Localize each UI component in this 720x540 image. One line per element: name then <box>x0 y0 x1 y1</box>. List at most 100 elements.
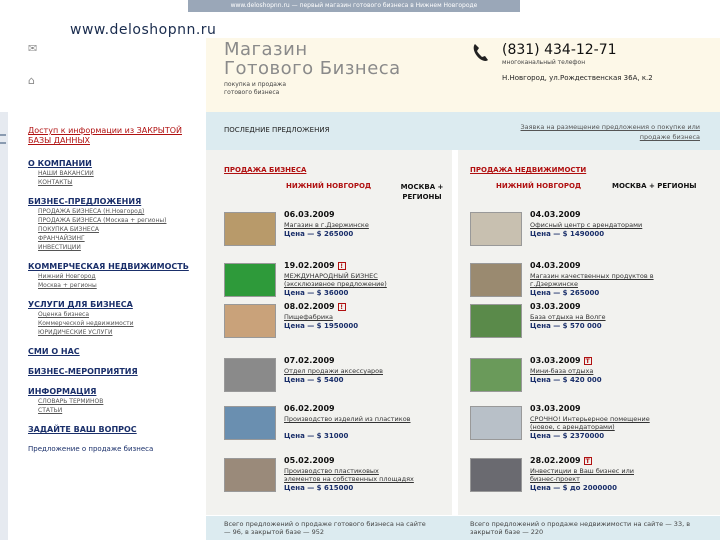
listing-price: Цена — $ 615000 <box>284 484 354 492</box>
listing-date-row: 19.02.2009! <box>284 261 346 270</box>
sidebar-section-title[interactable]: О КОМПАНИИ <box>28 158 203 169</box>
listing-thumbnail[interactable] <box>470 304 522 338</box>
list-item[interactable]: 28.02.2009 T Инвестиции в Ваш бизнес или б… <box>470 456 670 506</box>
phone-number: (831) 434-12-71 <box>502 42 617 58</box>
sidebar-section-title[interactable]: ИНФОРМАЦИЯ <box>28 386 203 397</box>
sidebar-item[interactable]: Москва + регионы <box>28 281 203 290</box>
listing-title[interactable]: Производство изделий из пластиков <box>284 415 414 423</box>
sidebar-sections: О КОМПАНИИ НАШИ ВАКАНСИИ КОНТАКТЫ БИЗНЕС-ПР… <box>28 158 203 435</box>
listing-title[interactable]: МЕЖДУНАРОДНЫЙ БИЗНЕС (эксклюзивное предл… <box>284 272 414 288</box>
envelope-icon[interactable]: ✉ <box>28 42 37 55</box>
listing-thumbnail[interactable] <box>224 406 276 440</box>
list-item[interactable]: 03.03.2009 T Мини-база отдыха Цена — $ 420 … <box>470 356 670 406</box>
listing-date: 03.03.2009 <box>530 356 581 365</box>
listing-title[interactable]: Офисный центр с арендаторами <box>530 221 660 229</box>
listing-price: Цена — $ 2370000 <box>530 432 605 440</box>
sell-business-link[interactable]: Предложение о продаже бизнеса <box>28 444 203 454</box>
listing-price: Цена — $ до 2000000 <box>530 484 617 492</box>
listing-title[interactable]: База отдыха на Волге <box>530 313 660 321</box>
sidebar-item[interactable]: ПОКУПКА БИЗНЕСА <box>28 225 203 234</box>
list-item[interactable]: 06.02.2009 Производство изделий из пласти… <box>224 404 424 454</box>
sidebar-item[interactable]: НАШИ ВАКАНСИИ <box>28 169 203 178</box>
sidebar-section-title[interactable]: СМИ О НАС <box>28 346 203 357</box>
sidebar-item[interactable]: Нижний Новгород <box>28 272 203 281</box>
list-item[interactable]: 05.02.2009 Производство пластиковых элеме… <box>224 456 424 506</box>
list-item[interactable]: 08.02.2009! Пищефабрика Цена — $ 1950000 <box>224 302 424 352</box>
listing-title[interactable]: Магазин качественных продуктов в г.Дзерж… <box>530 272 660 288</box>
listing-thumbnail[interactable] <box>470 458 522 492</box>
sidebar-section-title[interactable]: БИЗНЕС-МЕРОПРИЯТИЯ <box>28 366 203 377</box>
list-item[interactable]: 03.03.2009 База отдыха на Волге Цена — $ 5… <box>470 302 670 352</box>
closed-db-link[interactable]: Доступ к информации из ЗАКРЫТОЙ БАЗЫ ДАН… <box>28 126 203 146</box>
sidebar-item[interactable]: ИНВЕСТИЦИИ <box>28 243 203 252</box>
listing-date: 28.02.2009 <box>530 456 581 465</box>
listing-thumbnail[interactable] <box>224 458 276 492</box>
sidebar-section: СМИ О НАС <box>28 346 203 357</box>
logo-subtitle: покупка и продажа готового бизнеса <box>224 81 287 96</box>
listing-title[interactable]: Отдел продажи аксессуаров <box>284 367 414 375</box>
listing-thumbnail[interactable] <box>224 304 276 338</box>
sidebar-section: УСЛУГИ ДЛЯ БИЗНЕСА Оценка бизнеса Коммерче… <box>28 299 203 337</box>
listing-thumbnail[interactable] <box>470 358 522 392</box>
strip-tick <box>0 142 6 144</box>
list-item[interactable]: 04.03.2009 Офисный центр с арендаторами Це… <box>470 210 670 260</box>
listing-price: Цена — $ 265000 <box>530 289 600 297</box>
listing-price: Цена — $ 420 000 <box>530 376 602 384</box>
logo-line1: Магазин <box>224 39 308 60</box>
listing-title[interactable]: СРОЧНО! Интерьерное помещение (новое, с … <box>530 415 660 431</box>
sidebar-item[interactable]: КОНТАКТЫ <box>28 178 203 187</box>
listing-date-row: 03.03.2009 T <box>530 356 592 365</box>
listing-thumbnail[interactable] <box>224 263 276 297</box>
list-item[interactable]: 06.03.2009 Магазин в г.Дзержинске Цена — $… <box>224 210 424 260</box>
sidebar-item[interactable]: ПРОДАЖА БИЗНЕСА (Н.Новгород) <box>28 207 203 216</box>
listing-title[interactable]: Производство пластиковых элементов на со… <box>284 467 414 483</box>
sidebar-item[interactable]: Оценка бизнеса <box>28 310 203 319</box>
logo-line2: Готового Бизнеса <box>224 58 401 79</box>
tab-moscow-business[interactable]: МОСКВА + РЕГИОНЫ <box>392 182 452 202</box>
strip-tick <box>0 134 6 136</box>
listing-price: Цена — $ 36000 <box>284 289 349 297</box>
sidebar-section-title[interactable]: ЗАДАЙТЕ ВАШ ВОПРОС <box>28 424 203 435</box>
sidebar-item[interactable]: Коммерческой недвижимости <box>28 319 203 328</box>
listing-thumbnail[interactable] <box>224 358 276 392</box>
listing-title[interactable]: Инвестиции в Ваш бизнес или бизнес-проек… <box>530 467 660 483</box>
tab-moscow-realty[interactable]: МОСКВА + РЕГИОНЫ <box>612 182 697 190</box>
listing-price: Цена — $ 570 000 <box>530 322 602 330</box>
sidebar-item[interactable]: СЛОВАРЬ ТЕРМИНОВ <box>28 397 203 406</box>
home-icon[interactable]: ⌂ <box>28 74 35 87</box>
sidebar-item[interactable]: ПРОДАЖА БИЗНЕСА (Москва + регионы) <box>28 216 203 225</box>
listing-title[interactable]: Мини-база отдыха <box>530 367 660 375</box>
request-link[interactable]: Заявка на размещение предложения о покуп… <box>520 122 701 142</box>
phone-icon <box>473 44 488 61</box>
site-url: www.deloshopnn.ru <box>70 22 217 38</box>
listing-thumbnail[interactable] <box>224 212 276 246</box>
listing-date-row: 06.03.2009 <box>284 210 335 219</box>
tab-nizhny-realty[interactable]: НИЖНИЙ НОВГОРОД <box>496 182 581 190</box>
sidebar-section: КОММЕРЧЕСКАЯ НЕДВИЖИМОСТЬ Нижний Новгород… <box>28 261 203 290</box>
realty-sale-title[interactable]: ПРОДАЖА НЕДВИЖИМОСТИ <box>470 166 586 174</box>
sidebar-item[interactable]: ФРАНЧАЙЗИНГ <box>28 234 203 243</box>
latest-offers-header: ПОСЛЕДНИЕ ПРЕДЛОЖЕНИЯ <box>206 112 452 150</box>
listing-date: 19.02.2009 <box>284 261 335 270</box>
list-item[interactable]: 03.03.2009 СРОЧНО! Интерьерное помещение … <box>470 404 670 454</box>
tab-nizhny-business[interactable]: НИЖНИЙ НОВГОРОД <box>286 182 371 190</box>
listing-thumbnail[interactable] <box>470 263 522 297</box>
sidebar-section-title[interactable]: БИЗНЕС-ПРЕДЛОЖЕНИЯ <box>28 196 203 207</box>
listing-badge: ! <box>337 261 346 270</box>
logo[interactable]: Магазин Готового Бизнеса <box>224 40 401 78</box>
sidebar-section-title[interactable]: КОММЕРЧЕСКАЯ НЕДВИЖИМОСТЬ <box>28 261 203 272</box>
listing-badge: ! <box>337 302 346 311</box>
list-item[interactable]: 07.02.2009 Отдел продажи аксессуаров Цена … <box>224 356 424 406</box>
listing-date-row: 04.03.2009 <box>530 261 581 270</box>
latest-offers-title: ПОСЛЕДНИЕ ПРЕДЛОЖЕНИЯ <box>224 126 330 134</box>
sidebar-section: БИЗНЕС-ПРЕДЛОЖЕНИЯ ПРОДАЖА БИЗНЕСА (Н.Нов… <box>28 196 203 252</box>
listing-thumbnail[interactable] <box>470 406 522 440</box>
business-sale-title[interactable]: ПРОДАЖА БИЗНЕСА <box>224 166 306 174</box>
business-footer: Всего предложений о продаже готового биз… <box>206 516 452 540</box>
sidebar-item[interactable]: ЮРИДИЧЕСКИЕ УСЛУГИ <box>28 328 203 337</box>
sidebar-item[interactable]: СТАТЬИ <box>28 406 203 415</box>
listing-thumbnail[interactable] <box>470 212 522 246</box>
listing-title[interactable]: Магазин в г.Дзержинске <box>284 221 414 229</box>
listing-title[interactable]: Пищефабрика <box>284 313 414 321</box>
sidebar-section-title[interactable]: УСЛУГИ ДЛЯ БИЗНЕСА <box>28 299 203 310</box>
